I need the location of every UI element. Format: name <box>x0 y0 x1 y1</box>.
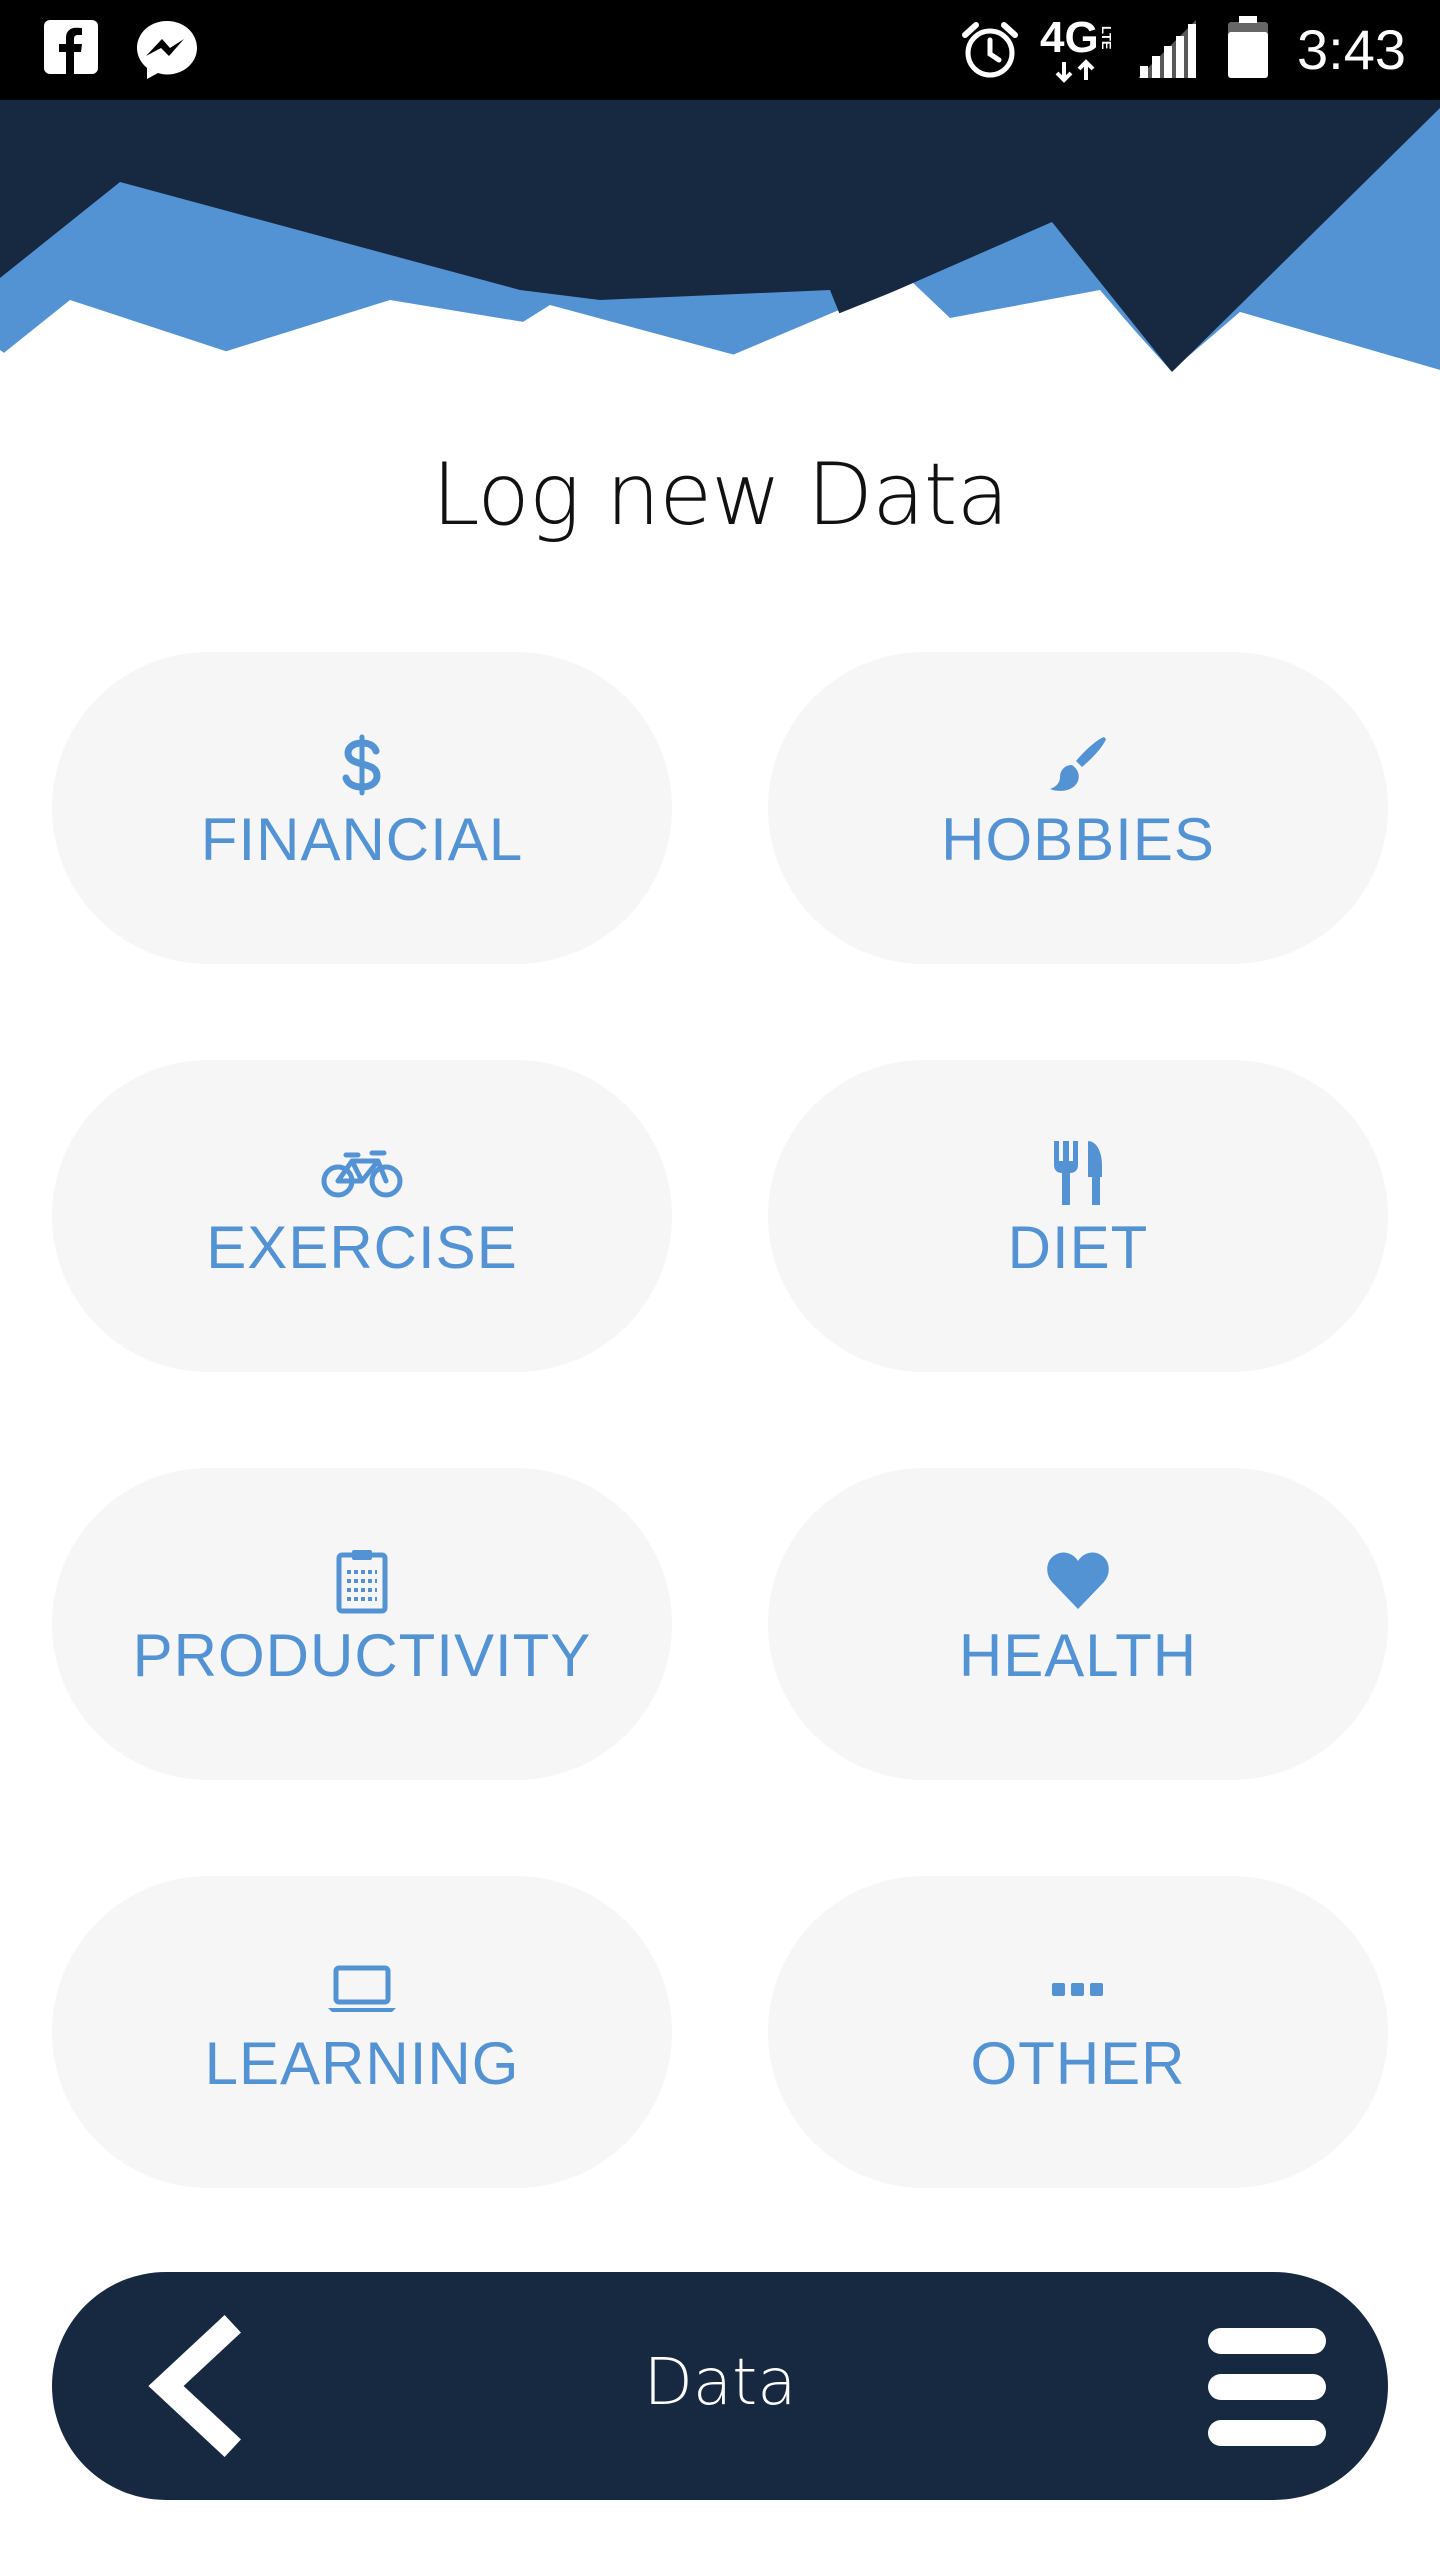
category-label: LEARNING <box>204 2030 520 2097</box>
category-label: PRODUCTIVITY <box>132 1622 592 1689</box>
bottom-nav-bar: Data <box>52 2272 1388 2500</box>
laptop-icon <box>322 1954 402 2024</box>
nav-title: Data <box>643 2346 797 2420</box>
category-label: DIET <box>1007 1214 1149 1281</box>
category-label: OTHER <box>970 2030 1186 2097</box>
messenger-icon <box>134 18 200 85</box>
facebook-icon <box>42 18 100 81</box>
category-diet-button[interactable]: DIET <box>768 1060 1388 1372</box>
category-other-button[interactable]: OTHER <box>768 1876 1388 2188</box>
utensils-icon <box>1038 1138 1118 1208</box>
status-time: 3:43 <box>1297 18 1406 81</box>
lte-icon: 4G LTE <box>1040 12 1120 91</box>
category-productivity-button[interactable]: PRODUCTIVITY <box>52 1468 672 1780</box>
svg-text:4G: 4G <box>1040 13 1099 62</box>
alarm-icon <box>960 20 1020 85</box>
ellipsis-icon <box>1038 1954 1118 2024</box>
status-bar: 4G LTE 3:43 <box>0 0 1440 100</box>
svg-text:LTE: LTE <box>1099 26 1114 50</box>
signal-icon <box>1136 18 1198 85</box>
heart-icon <box>1038 1546 1118 1616</box>
header-mountains <box>0 100 1440 380</box>
category-learning-button[interactable]: LEARNING <box>52 1876 672 2188</box>
bicycle-icon <box>317 1138 407 1208</box>
category-health-button[interactable]: HEALTH <box>768 1468 1388 1780</box>
menu-button[interactable] <box>1202 2322 1332 2450</box>
battery-icon <box>1226 16 1270 85</box>
category-financial-button[interactable]: FINANCIAL <box>52 652 672 964</box>
category-label: HEALTH <box>958 1622 1198 1689</box>
category-hobbies-button[interactable]: HOBBIES <box>768 652 1388 964</box>
category-exercise-button[interactable]: EXERCISE <box>52 1060 672 1372</box>
category-label: FINANCIAL <box>200 806 524 873</box>
category-label: EXERCISE <box>206 1214 518 1281</box>
paintbrush-icon <box>1038 730 1118 800</box>
dollar-icon <box>322 730 402 800</box>
page-title: Log new Data <box>431 445 1009 545</box>
category-label: HOBBIES <box>941 806 1215 873</box>
clipboard-icon <box>322 1546 402 1616</box>
app-screen: 4G LTE 3:43 Log new Data FINANCIAL HOBBI… <box>0 0 1440 2560</box>
